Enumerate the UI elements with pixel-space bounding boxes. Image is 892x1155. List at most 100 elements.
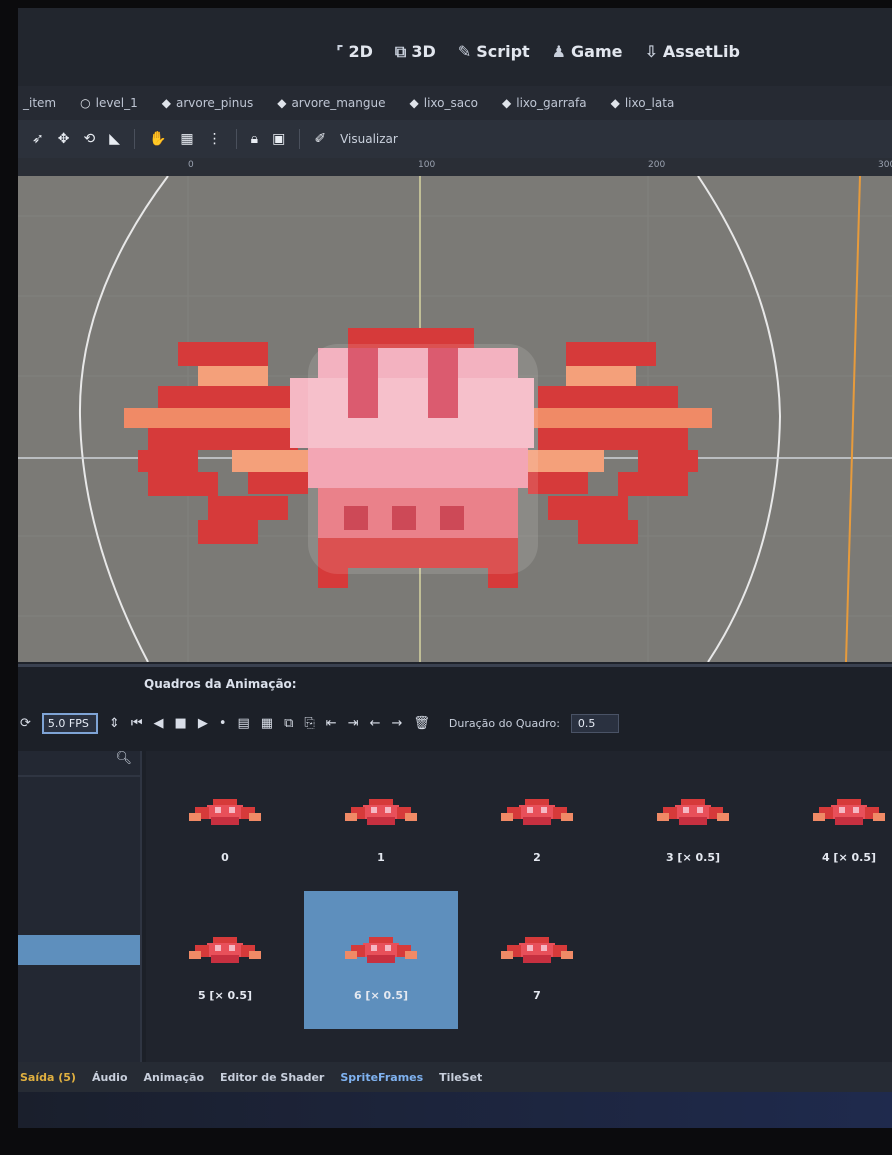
output-tab[interactable]: Saída (5) (20, 1071, 76, 1084)
ruler-mark: 0 (188, 160, 194, 170)
loop-icon[interactable]: ⟳ (20, 716, 31, 731)
group-icon[interactable]: ▣ (272, 131, 285, 147)
duration-field[interactable]: 0.5 (570, 713, 619, 733)
ruler-tool-icon[interactable]: ▦ (180, 131, 193, 147)
frame-label: 2 (533, 851, 541, 864)
workspace-assetlib-label: AssetLib (662, 42, 740, 61)
scene-icon: ○ (80, 96, 91, 110)
scene-tab-label: lixo_lata (624, 96, 675, 110)
selected-animation-item[interactable] (18, 935, 140, 965)
stop-icon[interactable]: ■ (175, 716, 187, 731)
scene-tab-label: arvore_mangue (291, 96, 386, 110)
scene-tab[interactable]: _item (18, 96, 56, 110)
copy-icon[interactable]: ⧉ (284, 716, 293, 731)
animation-frames-title: Quadros da Animação: (144, 677, 297, 691)
crab-thumbnail-icon (657, 799, 729, 825)
animation-tab[interactable]: Animação (144, 1071, 205, 1084)
crab-thumbnail-icon (813, 799, 885, 825)
canvas-toolbar: ➶ ✥ ⟲ ◣ ✋ ▦ ⋮ 🔒︎ ▣ ✐ Visualizar (18, 120, 892, 158)
play-backwards-icon[interactable]: ◀ (154, 716, 164, 731)
play-icon[interactable]: ▶ (198, 716, 208, 731)
move-right-icon[interactable]: → (392, 716, 403, 731)
frame-label: 3 [× 0.5] (665, 851, 721, 864)
frame-label: 0 (221, 851, 229, 864)
workspace-2d-button[interactable]: ⌜ 2D (336, 42, 373, 62)
scene-tab[interactable]: ◆ lixo_lata (611, 96, 675, 110)
frame-thumbnail[interactable]: 4 [× 0.5] (772, 753, 892, 891)
crab-thumbnail-icon (345, 799, 417, 825)
frame-label: 7 (533, 989, 541, 1002)
animations-list[interactable]: 🔍︎ (18, 751, 142, 1065)
horizontal-ruler: 0 100 200 300 (18, 158, 892, 177)
play-backwards-start-icon[interactable]: ⏮ (131, 716, 143, 731)
toolbar-divider (133, 129, 135, 149)
paste-icon[interactable]: ⎘ (304, 716, 314, 731)
load-resource-icon[interactable]: ▦ (261, 716, 273, 731)
rotate-tool-icon[interactable]: ⟲ (83, 131, 95, 147)
more-icon[interactable]: ⋮ (208, 131, 222, 147)
bone-icon[interactable]: ✐ (314, 131, 326, 147)
bottom-panel-tabs: Saída (5) Áudio Animação Editor de Shade… (18, 1062, 892, 1092)
spriteframes-panel: Quadros da Animação: ⟳ 5.0 FPS ⇕ ⏮ ◀ ■ ▶… (18, 664, 892, 1065)
crab-thumbnail-icon (189, 799, 261, 825)
insert-before-icon[interactable]: ⇤ (326, 716, 337, 731)
game-icon: ♟ (551, 42, 567, 61)
play-start-icon[interactable]: • (219, 716, 227, 731)
scene-tab[interactable]: ◆ arvore_mangue (277, 96, 385, 110)
frame-thumbnail[interactable]: 7 (460, 891, 614, 1029)
delete-icon[interactable]: 🗑︎ (413, 716, 430, 731)
workspace-3d-label: 3D (411, 42, 436, 61)
workspace-2d-label: 2D (348, 42, 373, 61)
move-left-icon[interactable]: ← (370, 716, 381, 731)
select-tool-icon[interactable]: ➶ (32, 131, 44, 147)
tileset-tab[interactable]: TileSet (439, 1071, 482, 1084)
3d-icon: ⧉ (394, 42, 407, 61)
workspace-assetlib-button[interactable]: ⇩ AssetLib (644, 42, 739, 62)
fps-field[interactable]: 5.0 FPS (41, 712, 98, 734)
audio-tab[interactable]: Áudio (92, 1071, 128, 1084)
search-icon[interactable]: 🔍︎ (115, 751, 132, 766)
shader-editor-tab[interactable]: Editor de Shader (220, 1071, 324, 1084)
scene-icon: ◆ (277, 96, 287, 110)
canvas-viewport[interactable] (18, 176, 892, 662)
frame-label: 5 [× 0.5] (197, 989, 253, 1002)
frame-thumbnail[interactable]: 2 (460, 753, 614, 891)
load-sheet-icon[interactable]: ▤ (237, 716, 249, 731)
insert-after-icon[interactable]: ⇥ (348, 716, 359, 731)
view-menu[interactable]: Visualizar (340, 132, 398, 146)
frame-thumbnail[interactable]: 5 [× 0.5] (148, 891, 302, 1029)
crab-thumbnail-icon (501, 799, 573, 825)
scale-tool-icon[interactable]: ◣ (109, 131, 120, 147)
frame-thumbnail[interactable]: 0 (148, 753, 302, 891)
spriteframes-tab[interactable]: SpriteFrames (340, 1071, 423, 1084)
frames-grid: 0 1 2 3 [× 0.5] 4 [× 0.5] 5 [× 0.5] 6 [× 0.5] 7 (146, 751, 892, 1065)
pan-tool-icon[interactable]: ✋ (149, 131, 166, 147)
lock-icon[interactable]: 🔒︎ (251, 131, 258, 147)
animation-toolbar: ⟳ 5.0 FPS ⇕ ⏮ ◀ ■ ▶ • ▤ ▦ ⧉ ⎘ ⇤ ⇥ ← → 🗑︎… (18, 705, 892, 741)
scene-tab[interactable]: ◆ arvore_pinus (162, 96, 253, 110)
workspace-3d-button[interactable]: ⧉ 3D (395, 42, 436, 62)
scene-tab-label: lixo_saco (423, 96, 479, 110)
list-header-divider (18, 775, 140, 777)
ruler-mark: 100 (418, 160, 436, 170)
workspace-game-button[interactable]: ♟ Game (552, 42, 623, 62)
workspace-game-label: Game (571, 42, 623, 61)
frame-thumbnail[interactable]: 3 [× 0.5] (616, 753, 770, 891)
scene-icon: ◆ (161, 96, 172, 110)
scene-tab[interactable]: ○ level_1 (80, 96, 138, 110)
workspace-script-button[interactable]: ✎ Script (458, 42, 530, 62)
crab-thumbnail-icon (501, 937, 573, 963)
viewport-canvas (18, 176, 892, 662)
move-tool-icon[interactable]: ✥ (58, 131, 70, 147)
scene-icon: ◆ (409, 96, 419, 110)
scene-tab-label: lixo_garrafa (516, 96, 587, 110)
frame-thumbnail[interactable]: 1 (304, 753, 458, 891)
editor-window: ⌜ 2D ⧉ 3D ✎ Script ♟ Game ⇩ AssetLib _item ○ l… (18, 8, 892, 1128)
scene-tab[interactable]: ◆ lixo_saco (410, 96, 479, 110)
scene-tab[interactable]: ◆ lixo_garrafa (502, 96, 587, 110)
ruler-mark: 200 (648, 160, 666, 170)
workspace-switcher: ⌜ 2D ⧉ 3D ✎ Script ♟ Game ⇩ AssetLib (336, 42, 740, 62)
fps-stepper-icon[interactable]: ⇕ (109, 716, 120, 731)
frame-thumbnail[interactable]: 6 [× 0.5] (304, 891, 458, 1029)
scene-tab-label: arvore_pinus (176, 96, 254, 110)
